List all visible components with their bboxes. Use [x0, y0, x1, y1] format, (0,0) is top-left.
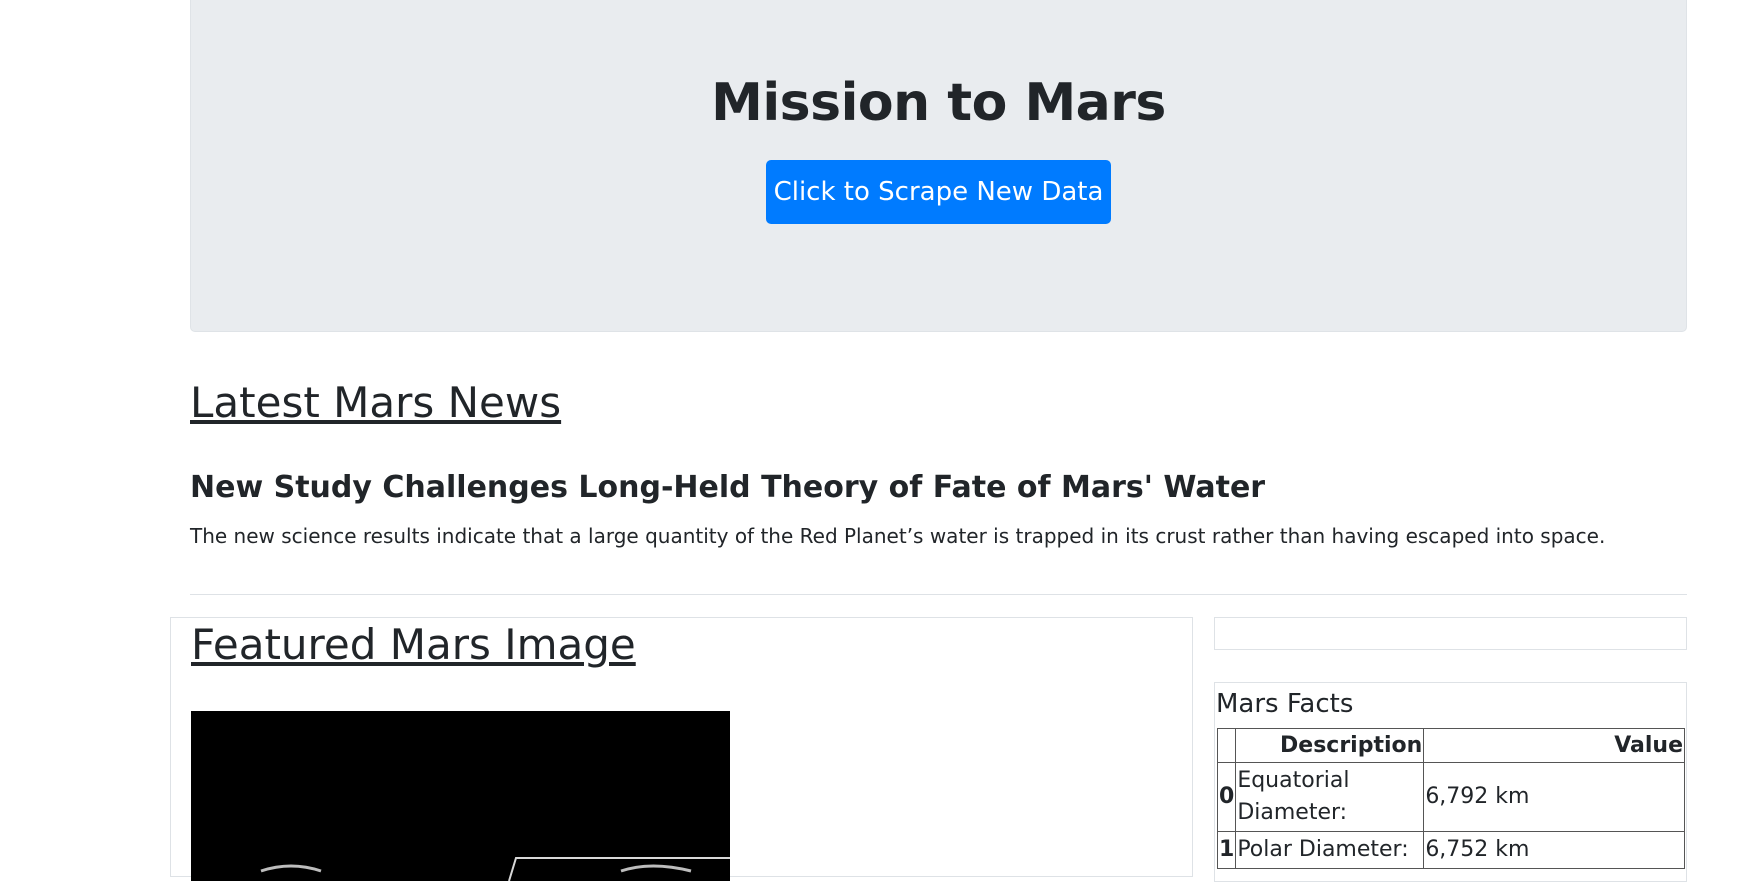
row-value: 6,792 km — [1423, 762, 1685, 832]
mars-facts-table: Description Value 0 Equatorial Diameter:… — [1216, 728, 1685, 869]
mars-facts-panel: Mars Facts Description Value 0 Equatoria… — [1214, 682, 1687, 882]
table-row: 1 Polar Diameter: 6,752 km — [1216, 830, 1685, 869]
news-section-heading: Latest Mars News — [190, 378, 562, 427]
row-description: Equatorial Diameter: — [1235, 762, 1425, 832]
scrape-button[interactable]: Click to Scrape New Data — [766, 160, 1111, 224]
row-description: Polar Diameter: — [1235, 830, 1425, 869]
table-row: 0 Equatorial Diameter: 6,792 km — [1216, 762, 1685, 832]
row-index: 1 — [1216, 830, 1237, 869]
row-index: 0 — [1216, 762, 1237, 832]
section-divider — [190, 594, 1687, 595]
featured-image-panel: Featured Mars Image — [170, 617, 1193, 881]
table-header-row: Description Value — [1216, 728, 1685, 763]
news-title: New Study Challenges Long-Held Theory of… — [190, 470, 1266, 505]
row-value: 6,752 km — [1423, 830, 1685, 869]
featured-image-heading: Featured Mars Image — [191, 620, 636, 669]
news-paragraph: The new science results indicate that a … — [190, 524, 1606, 548]
side-empty-box — [1214, 617, 1687, 650]
featured-image-graphic — [191, 711, 730, 881]
featured-mars-image[interactable] — [191, 711, 730, 881]
column-header-value: Value — [1423, 728, 1685, 763]
jumbotron-header: Mission to Mars Click to Scrape New Data — [190, 0, 1687, 332]
column-header-description: Description — [1235, 728, 1425, 763]
column-header-index — [1216, 728, 1237, 763]
page-title: Mission to Mars — [711, 73, 1166, 133]
mars-facts-heading: Mars Facts — [1216, 689, 1354, 719]
